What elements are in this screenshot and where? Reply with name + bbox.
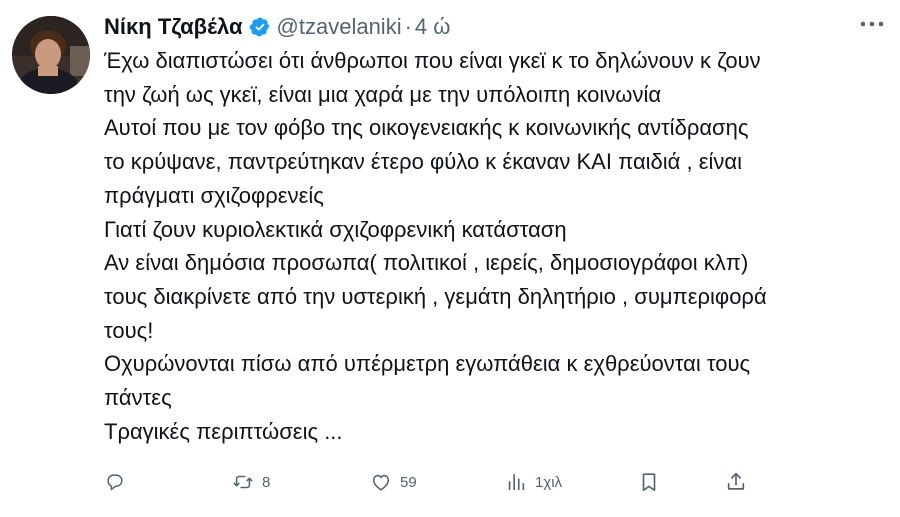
tweet-line: την ζωή ως γκεϊ, είναι μια χαρά με την υ… <box>104 81 662 107</box>
avatar[interactable] <box>12 16 90 94</box>
timestamp[interactable]: 4 ώ <box>415 14 451 40</box>
author-name[interactable]: Νίκη Τζαβέλα <box>104 14 243 40</box>
bookmark-button[interactable] <box>638 466 660 498</box>
tweet-header: Νίκη Τζαβέλα @tzavelaniki · 4 ώ <box>104 10 450 44</box>
heart-icon <box>370 471 392 493</box>
tweet-line: Αν είναι δημόσια προσωπα( πολιτικοί , ιε… <box>104 250 749 276</box>
separator-dot: · <box>404 14 412 39</box>
action-bar: 8 59 1χιλ <box>100 466 760 498</box>
more-horizontal-icon[interactable] <box>858 14 886 34</box>
tweet-line: τους διακρίνετε από την υστερική , γεμάτ… <box>104 283 767 309</box>
views-count: 1χιλ <box>535 473 563 491</box>
tweet-line: Έχω διαπιστώσει ότι άνθρωποι που είναι γ… <box>104 48 761 73</box>
views-icon <box>505 471 527 493</box>
retweet-button[interactable]: 8 <box>232 466 270 498</box>
tweet-line: Τραγικές περιπτώσεις ... <box>104 418 343 444</box>
author-handle[interactable]: @tzavelaniki <box>277 14 402 40</box>
reply-button[interactable] <box>104 466 126 498</box>
tweet-line: πάντες <box>104 385 172 411</box>
verified-badge-icon <box>249 16 271 38</box>
share-icon <box>725 471 747 493</box>
profile-photo <box>12 16 90 94</box>
tweet-line: πράγματι σχιζοφρενείς <box>104 182 324 208</box>
tweet-line: τους! <box>104 317 154 343</box>
like-button[interactable]: 59 <box>370 466 417 498</box>
retweet-icon <box>232 471 254 493</box>
tweet-line: Γιατί ζουν κυριολεκτικά σχιζοφρενική κατ… <box>104 216 567 242</box>
tweet-line: το κρύψανε, παντρεύτηκαν έτερο φύλο κ έκ… <box>104 149 743 175</box>
bookmark-icon <box>638 471 660 493</box>
tweet-text: Έχω διαπιστώσει ότι άνθρωποι που είναι γ… <box>104 44 894 448</box>
reply-icon <box>104 471 126 493</box>
like-count: 59 <box>400 473 417 491</box>
tweet-line: Οχυρώνονται πίσω από υπέρμετρη εγωπάθεια… <box>104 351 751 377</box>
retweet-count: 8 <box>262 473 271 491</box>
tweet-line: Αυτοί που με τον φόβο της οικογενειακής … <box>104 115 749 141</box>
share-button[interactable] <box>725 466 747 498</box>
views-button[interactable]: 1χιλ <box>505 466 562 498</box>
